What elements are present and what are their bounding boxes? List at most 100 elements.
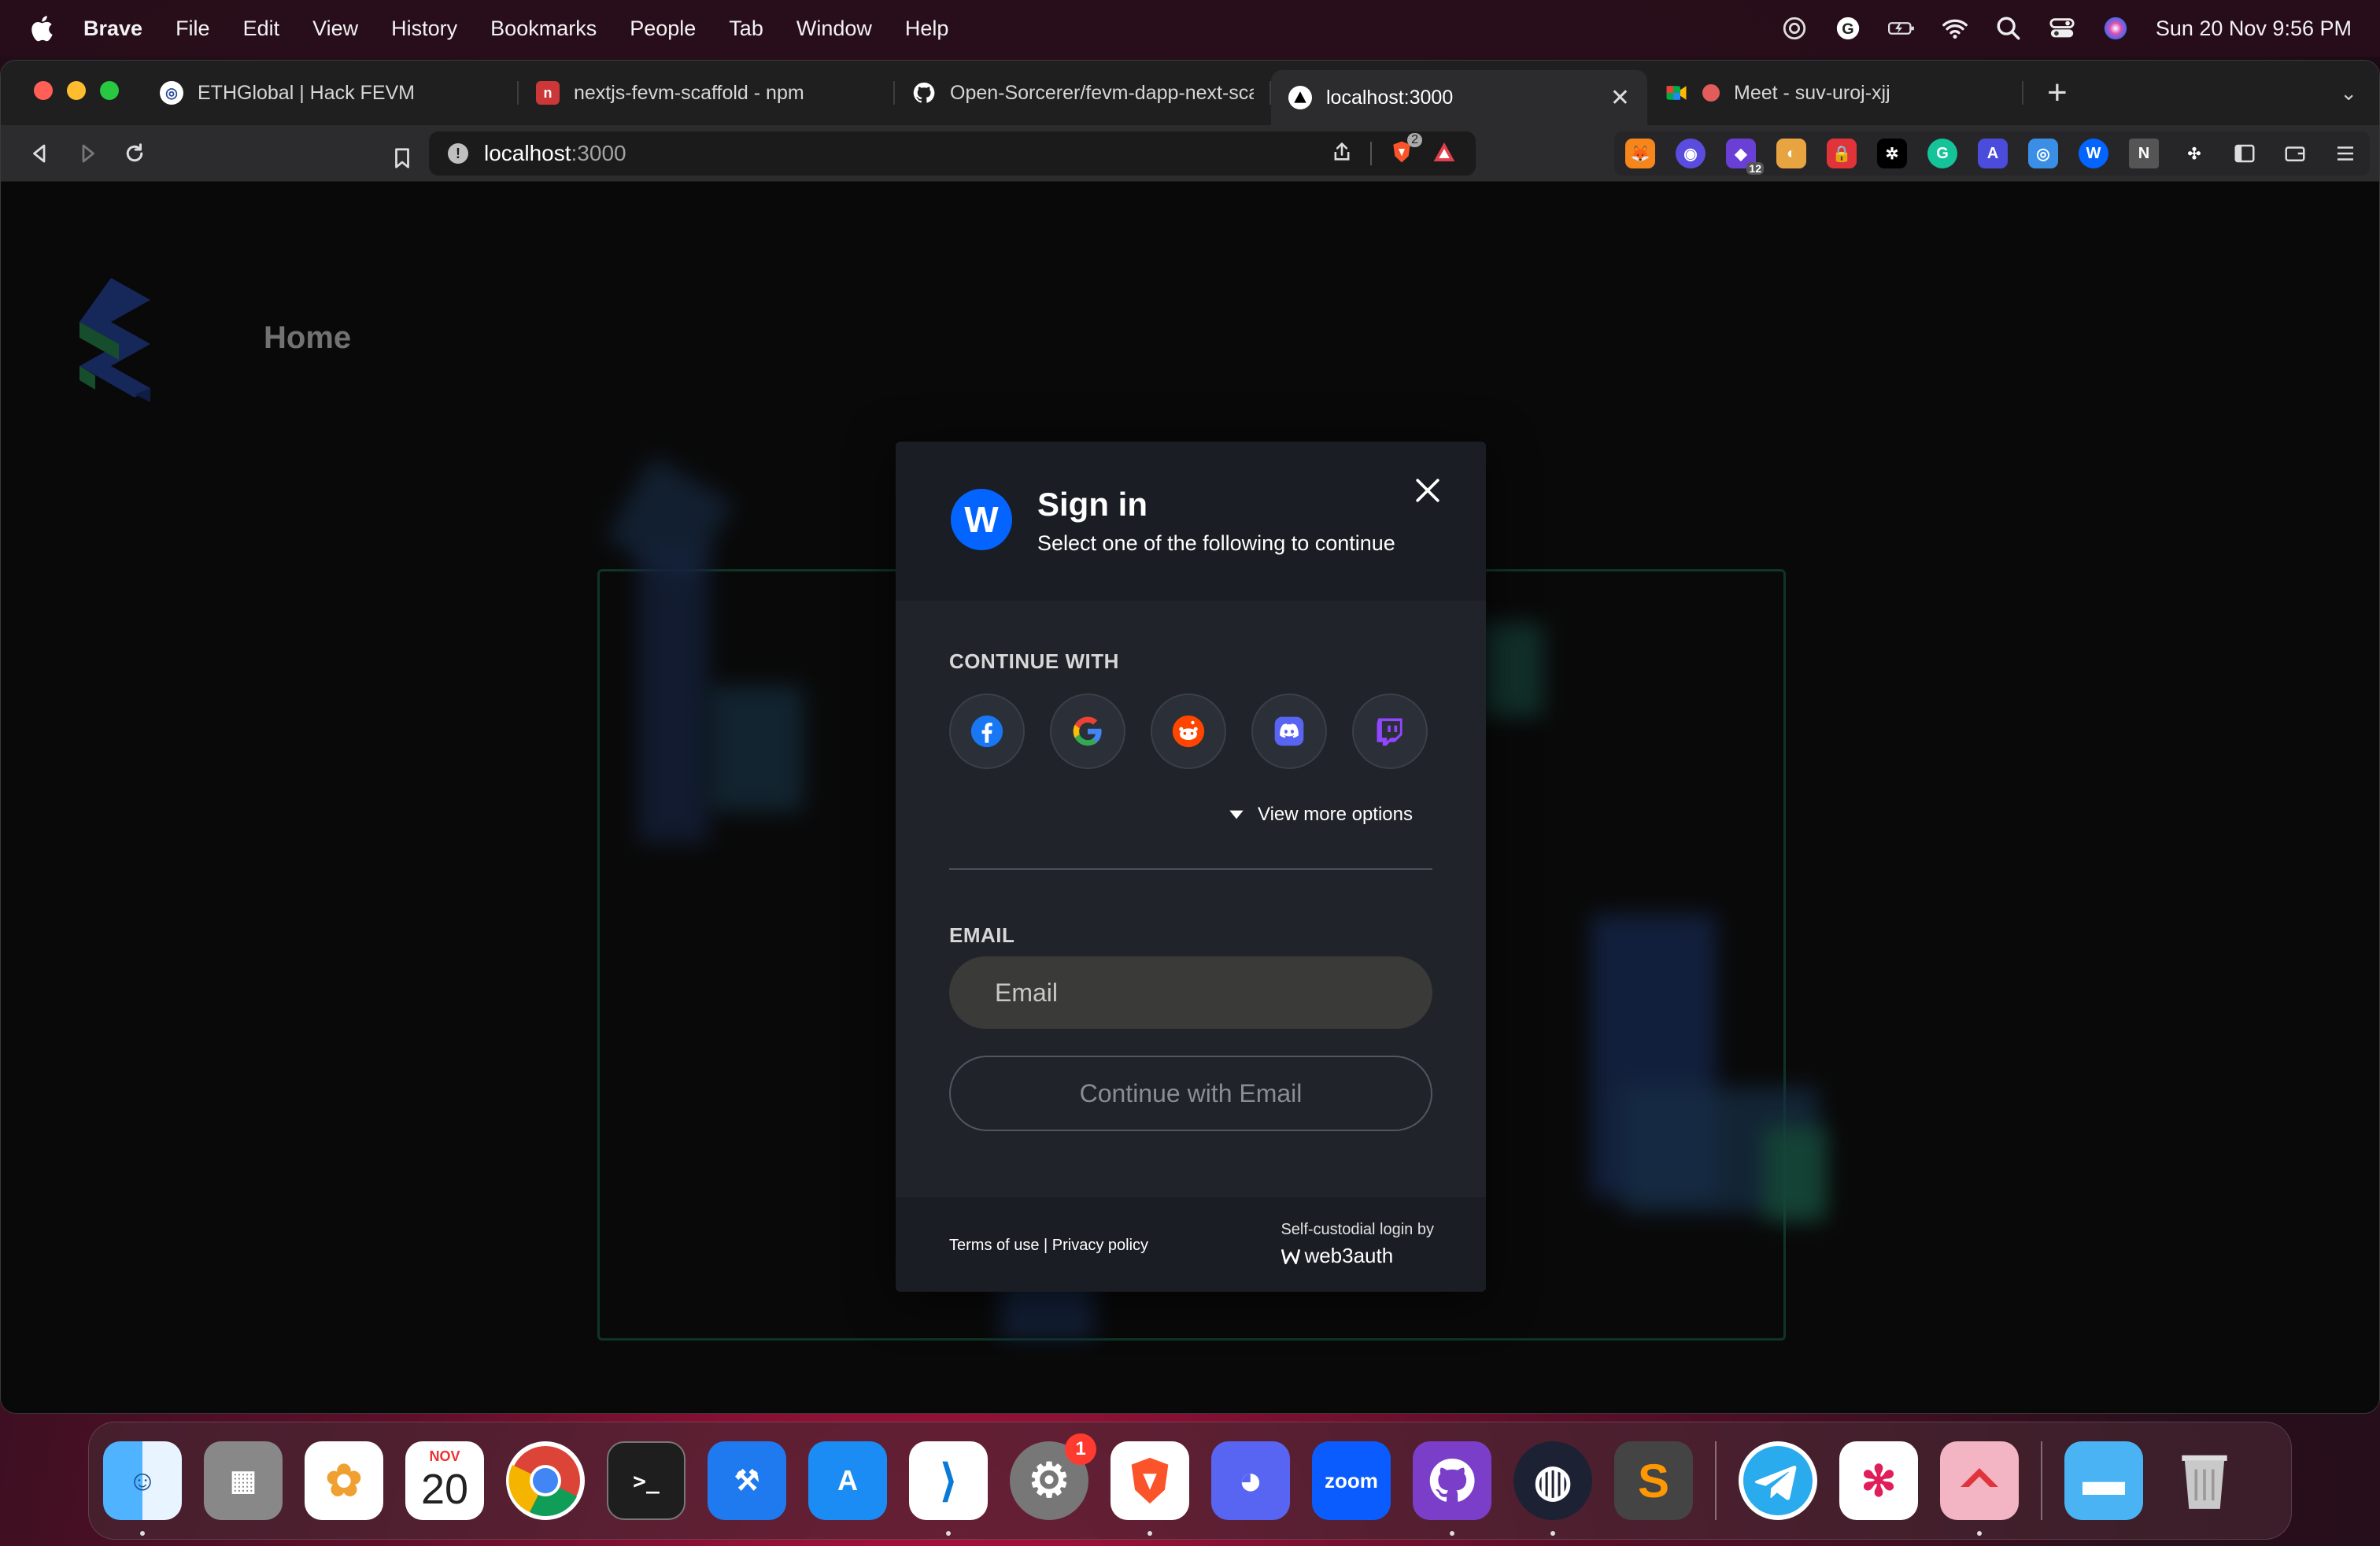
dock-trash[interactable]	[2165, 1441, 2244, 1520]
dock-vscode[interactable]: ⟩	[909, 1441, 988, 1536]
vscode-icon: ⟩	[940, 1455, 957, 1505]
wifi-icon[interactable]	[1942, 15, 1968, 42]
dock-chrome[interactable]	[506, 1441, 585, 1520]
menu-people[interactable]: People	[630, 17, 696, 41]
dock-linear[interactable]	[1940, 1441, 2019, 1536]
control-center-icon[interactable]	[2049, 15, 2075, 42]
dock-zoom[interactable]: zoom	[1312, 1441, 1391, 1520]
twitch-icon	[1377, 718, 1402, 746]
menu-tab[interactable]: Tab	[729, 17, 763, 41]
menu-bookmarks[interactable]: Bookmarks	[490, 17, 597, 41]
discord-login-button[interactable]	[1251, 693, 1327, 769]
site-info-icon[interactable]: !	[448, 143, 468, 164]
email-field[interactable]	[949, 956, 1432, 1029]
facebook-login-button[interactable]	[949, 693, 1025, 769]
extensions-puzzle-icon[interactable]: ✣	[2179, 139, 2209, 168]
menu-view[interactable]: View	[312, 17, 358, 41]
google-login-button[interactable]	[1050, 693, 1125, 769]
spotlight-icon[interactable]	[1995, 15, 2022, 42]
continue-with-label: CONTINUE WITH	[949, 649, 1119, 673]
dock-github-desktop[interactable]	[1413, 1441, 1491, 1536]
dock-brave[interactable]	[1111, 1441, 1189, 1536]
dock-system-settings[interactable]: ⚙ 1	[1010, 1433, 1096, 1520]
dock-launchpad[interactable]: ▦	[204, 1441, 283, 1520]
tab-npm[interactable]: n nextjs-fevm-scaffold - npm	[519, 67, 895, 119]
close-icon[interactable]	[1410, 473, 1445, 508]
twitch-login-button[interactable]	[1352, 693, 1428, 769]
tab-localhost[interactable]: localhost:3000 ✕	[1271, 70, 1647, 125]
dock-calendar[interactable]: NOV 20	[405, 1441, 484, 1520]
terms-of-use-link[interactable]: Terms of use	[949, 1237, 1039, 1254]
metamask-icon[interactable]: 🦊	[1625, 139, 1655, 168]
reload-button[interactable]	[111, 131, 158, 176]
ext-8-icon[interactable]: A	[1978, 139, 2008, 168]
sign-in-modal: W Sign in Select one of the following to…	[896, 442, 1486, 1292]
menu-hamburger-icon[interactable]	[2330, 139, 2360, 168]
continue-with-email-button[interactable]: Continue with Email	[949, 1056, 1432, 1131]
ext-9-icon[interactable]: ◎	[2028, 139, 2058, 168]
reddit-login-button[interactable]	[1151, 693, 1226, 769]
tab-github[interactable]: Open-Sorcerer/fevm-dapp-next-sca	[895, 67, 1271, 119]
dock-app-store[interactable]: A	[808, 1441, 887, 1520]
running-indicator	[1148, 1531, 1152, 1536]
new-tab-button[interactable]: +	[2047, 76, 2068, 110]
tab-ethglobal[interactable]: ◎ ETHGlobal | Hack FEVM	[142, 67, 519, 119]
dock-obs[interactable]: ◍	[1513, 1441, 1592, 1536]
recording-icon	[1702, 84, 1720, 102]
obs-icon: ◍	[1533, 1455, 1572, 1505]
tab-list-chevron-icon[interactable]: ⌄	[2340, 81, 2357, 105]
view-more-options-button[interactable]: View more options	[1226, 804, 1413, 826]
dock-telegram[interactable]	[1739, 1441, 1817, 1520]
brave-rewards-icon[interactable]	[1432, 139, 1457, 168]
privacy-policy-link[interactable]: Privacy policy	[1052, 1237, 1148, 1254]
menu-file[interactable]: File	[176, 17, 210, 41]
tab-bar: ◎ ETHGlobal | Hack FEVM n nextjs-fevm-sc…	[1, 61, 2379, 125]
brave-shields-icon[interactable]: 2	[1389, 132, 1422, 168]
zoom-window-button[interactable]	[100, 81, 119, 100]
menu-help[interactable]: Help	[905, 17, 949, 41]
dock-slack[interactable]: ✻	[1839, 1441, 1918, 1520]
openai-icon[interactable]	[1781, 15, 1808, 42]
dock-sublime[interactable]: S	[1614, 1441, 1693, 1520]
menu-edit[interactable]: Edit	[243, 17, 280, 41]
grammarly-extension-icon[interactable]: G	[1927, 139, 1957, 168]
back-button[interactable]	[17, 131, 64, 176]
dock-photos[interactable]: ✿	[305, 1441, 383, 1520]
menu-history[interactable]: History	[391, 17, 457, 41]
dock-finder[interactable]: ☺	[103, 1441, 182, 1536]
siri-icon[interactable]	[2102, 15, 2129, 42]
wallet-icon[interactable]	[2280, 139, 2310, 168]
google-icon	[1073, 716, 1102, 746]
dock-terminal[interactable]: >_	[607, 1441, 686, 1520]
ext-6-icon[interactable]: ✲	[1877, 139, 1907, 168]
web3auth-extension-icon[interactable]: W	[2079, 139, 2108, 168]
sidebar-icon[interactable]	[2230, 139, 2260, 168]
menu-app-name[interactable]: Brave	[83, 17, 142, 41]
tab-meet[interactable]: Meet - suv-uroj-xjj	[1647, 67, 2023, 119]
dock-downloads[interactable]: ▬	[2064, 1441, 2143, 1520]
url-text[interactable]: localhost:3000	[484, 141, 1315, 166]
menu-window[interactable]: Window	[796, 17, 872, 41]
battery-icon[interactable]	[1887, 15, 1915, 42]
grammarly-icon[interactable]: G	[1835, 15, 1861, 42]
minimize-window-button[interactable]	[67, 81, 86, 100]
close-window-button[interactable]	[34, 81, 53, 100]
web3auth-brand[interactable]: web3auth	[1281, 1244, 1434, 1268]
ext-2-icon[interactable]: ◉	[1676, 139, 1706, 168]
menubar-clock[interactable]: Sun 20 Nov 9:56 PM	[2156, 17, 2352, 41]
dock-xcode[interactable]: ⚒	[708, 1441, 786, 1520]
apple-icon[interactable]	[28, 13, 54, 43]
forward-button[interactable]	[64, 131, 111, 176]
notion-extension-icon[interactable]: N	[2129, 139, 2159, 168]
ext-3-icon[interactable]: ◆ 12	[1726, 139, 1764, 175]
lock-extension-icon[interactable]: 🔒	[1827, 139, 1857, 168]
bookmark-icon[interactable]	[379, 136, 426, 180]
ethglobal-icon: ◎	[160, 81, 183, 105]
ext-4-icon[interactable]: ◐	[1776, 139, 1806, 168]
address-bar[interactable]: ! localhost:3000 2	[429, 131, 1476, 176]
dock-discord[interactable]: ◕	[1211, 1441, 1290, 1520]
running-indicator	[1977, 1531, 1982, 1536]
web3auth-logo-icon: W	[951, 489, 1012, 550]
share-icon[interactable]	[1331, 141, 1353, 167]
close-tab-icon[interactable]: ✕	[1610, 84, 1630, 112]
